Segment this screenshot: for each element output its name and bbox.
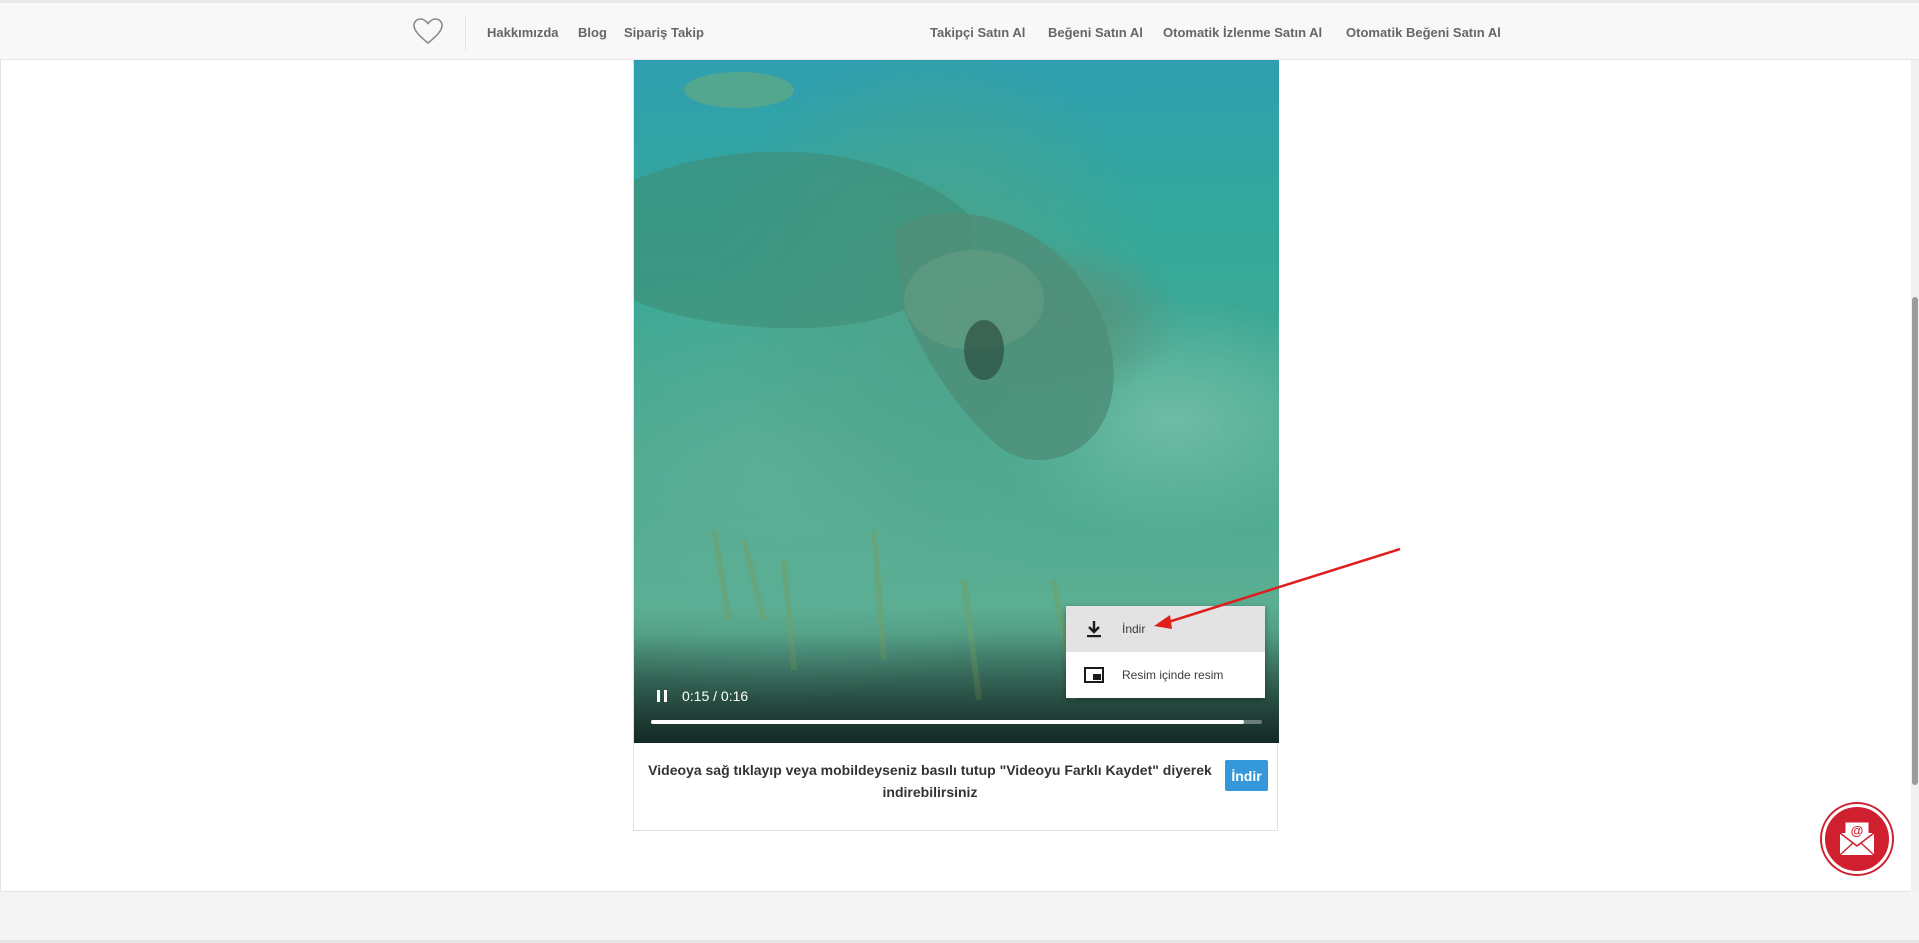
progress-bar[interactable] [651, 720, 1262, 724]
context-item-download[interactable]: İndir [1066, 606, 1265, 652]
download-icon [1087, 621, 1101, 638]
scrollbar-thumb[interactable] [1912, 297, 1918, 785]
footer-strip [0, 892, 1919, 943]
nav-link-buy-followers[interactable]: Takipçi Satın Al [930, 25, 1025, 40]
contact-mail-button[interactable]: @ [1822, 804, 1892, 874]
download-instructions: Videoya sağ tıklayıp veya mobildeyseniz … [648, 762, 1212, 800]
nav-link-auto-views[interactable]: Otomatik İzlenme Satın Al [1163, 25, 1322, 40]
context-item-picture-in-picture[interactable]: Resim içinde resim [1066, 652, 1265, 698]
nav-link-buy-likes[interactable]: Beğeni Satın Al [1048, 25, 1143, 40]
download-button[interactable]: İndir [1225, 760, 1268, 791]
nav-link-about[interactable]: Hakkımızda [487, 25, 559, 40]
nav-link-auto-likes[interactable]: Otomatik Beğeni Satın Al [1346, 25, 1501, 40]
picture-in-picture-icon [1084, 667, 1104, 683]
mail-at-icon: @ [1839, 822, 1875, 856]
playback-time: 0:15 / 0:16 [682, 688, 749, 704]
context-item-label: Resim içinde resim [1122, 668, 1224, 682]
progress-fill [651, 720, 1244, 724]
heart-outline-icon[interactable] [412, 17, 444, 45]
video-context-menu: İndir Resim içinde resim [1066, 606, 1265, 698]
context-item-label: İndir [1122, 622, 1146, 636]
navbar: Hakkımızda Blog Sipariş Takip Takipçi Sa… [0, 3, 1919, 60]
svg-text:@: @ [1851, 823, 1864, 838]
nav-divider [465, 15, 466, 51]
nav-link-order-tracking[interactable]: Sipariş Takip [624, 25, 704, 40]
pause-icon[interactable] [654, 688, 670, 704]
nav-link-blog[interactable]: Blog [578, 25, 607, 40]
